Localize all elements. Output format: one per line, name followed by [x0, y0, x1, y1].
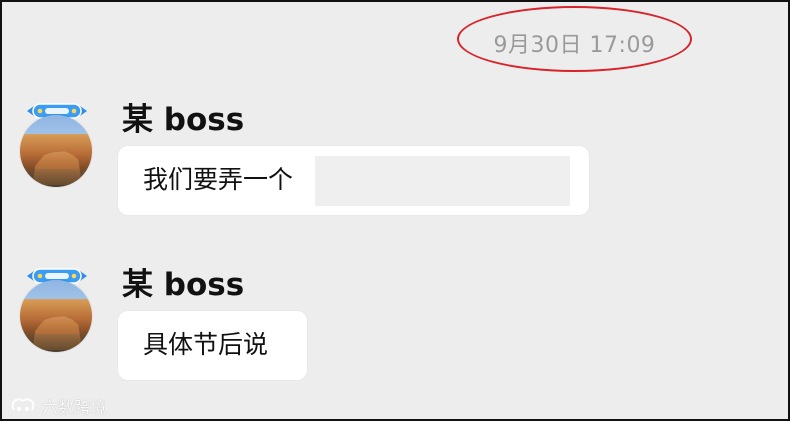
message-bubble-1[interactable]: 我们要弄一个	[118, 146, 589, 215]
cliff-landscape-avatar	[20, 280, 92, 352]
timestamp-group: 9月30日 17:09	[457, 6, 692, 72]
cliff-landscape-avatar	[20, 115, 92, 187]
decorative-dot	[424, 300, 428, 304]
water-shape	[20, 334, 92, 352]
message-text-2: 具体节后说	[143, 330, 269, 359]
decorative-dot	[553, 300, 557, 304]
decorative-dot	[296, 300, 300, 304]
decorative-dot	[424, 135, 428, 139]
watermark: 六数跨境	[10, 394, 106, 418]
redaction-box	[315, 156, 570, 206]
sender-avatar-1[interactable]	[20, 99, 96, 191]
watermark-text: 六数跨境	[42, 398, 107, 417]
chat-screenshot: 9月30日 17:09 某 boss 我们要弄一个 某 boss 具体节后说 六…	[0, 0, 790, 421]
message-text-1: 我们要弄一个	[143, 165, 294, 194]
brand-logo-icon	[10, 397, 36, 415]
water-shape	[20, 169, 92, 187]
decorative-dot	[526, 135, 530, 139]
sender-name-2: 某 boss	[122, 267, 245, 303]
sender-name-1: 某 boss	[122, 102, 245, 138]
decorative-dot	[499, 135, 503, 139]
decorative-dot	[526, 300, 530, 304]
timestamp-label: 9月30日 17:09	[493, 33, 656, 58]
sender-avatar-2[interactable]	[20, 264, 96, 356]
message-bubble-2[interactable]: 具体节后说	[118, 311, 307, 380]
